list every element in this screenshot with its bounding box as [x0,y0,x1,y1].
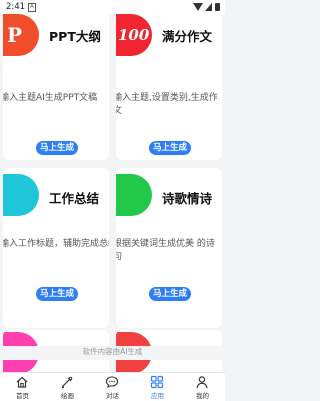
bottom-tab-bar: 首页 绘画 对话 应用 我的 [0,372,225,401]
tab-label: 我的 [196,392,209,400]
tab-apps[interactable]: 应用 [135,373,180,401]
card-description: 输入主题,设置类别,生成作文 [116,93,218,116]
person-icon [196,376,208,389]
card-title: 工作总结 [49,191,100,206]
generate-button[interactable]: 马上生成 [36,287,78,301]
tab-profile[interactable]: 我的 [180,373,225,401]
status-time: 2:41 [6,2,26,12]
card-poetry[interactable]: 诗歌情诗 根据关键词生成优美 的诗句 马上生成 [116,168,222,328]
poetry-icon [116,174,152,216]
tab-label: 绘画 [61,392,74,400]
generate-button[interactable]: 马上生成 [149,141,191,155]
sim-icon: A [28,3,36,12]
generate-button[interactable]: 马上生成 [149,287,191,301]
chat-icon [105,376,119,389]
tab-label: 首页 [16,392,29,400]
signal-icon [205,3,212,11]
card-description: 输入主题AI生成PPT文稿 [3,93,98,103]
card-description: 输入工作标题，辅助完成总结 [3,239,109,249]
score-glyph: 100 [118,26,150,44]
card-description: 根据关键词生成优美 的诗句 [116,239,215,262]
tab-chat[interactable]: 对话 [90,373,135,401]
generate-button[interactable]: 马上生成 [36,141,78,155]
tab-label: 对话 [106,392,119,400]
tab-drawing[interactable]: 绘画 [45,373,90,401]
card-full-score-essay[interactable]: 100 满分作文 输入主题,设置类别,生成作文 马上生成 [116,14,222,160]
battery-icon [215,3,220,11]
ppt-glyph: P [7,23,23,47]
home-icon [16,376,28,388]
tab-label: 应用 [151,392,164,400]
card-title: 满分作文 [162,29,213,44]
brush-icon [61,376,73,389]
work-summary-icon [3,174,39,216]
wifi-icon [193,3,203,11]
app-grid: P PPT大纲 输入主题AI生成PPT文稿 马上生成 100 满分作文 输入主题… [0,14,225,372]
card-title: 诗歌情诗 [162,191,213,206]
tab-home[interactable]: 首页 [0,373,45,401]
ppt-icon: P [3,14,39,56]
status-bar: 2:41 A [0,0,225,14]
score-100-icon: 100 [116,14,152,56]
card-ppt-outline[interactable]: P PPT大纲 输入主题AI生成PPT文稿 马上生成 [3,14,109,160]
card-work-summary[interactable]: 工作总结 输入工作标题，辅助完成总结 马上生成 [3,168,109,328]
apps-icon [150,375,164,389]
card-title: PPT大纲 [49,29,101,44]
ai-content-note: 软件内容由AI生成 [0,346,225,360]
